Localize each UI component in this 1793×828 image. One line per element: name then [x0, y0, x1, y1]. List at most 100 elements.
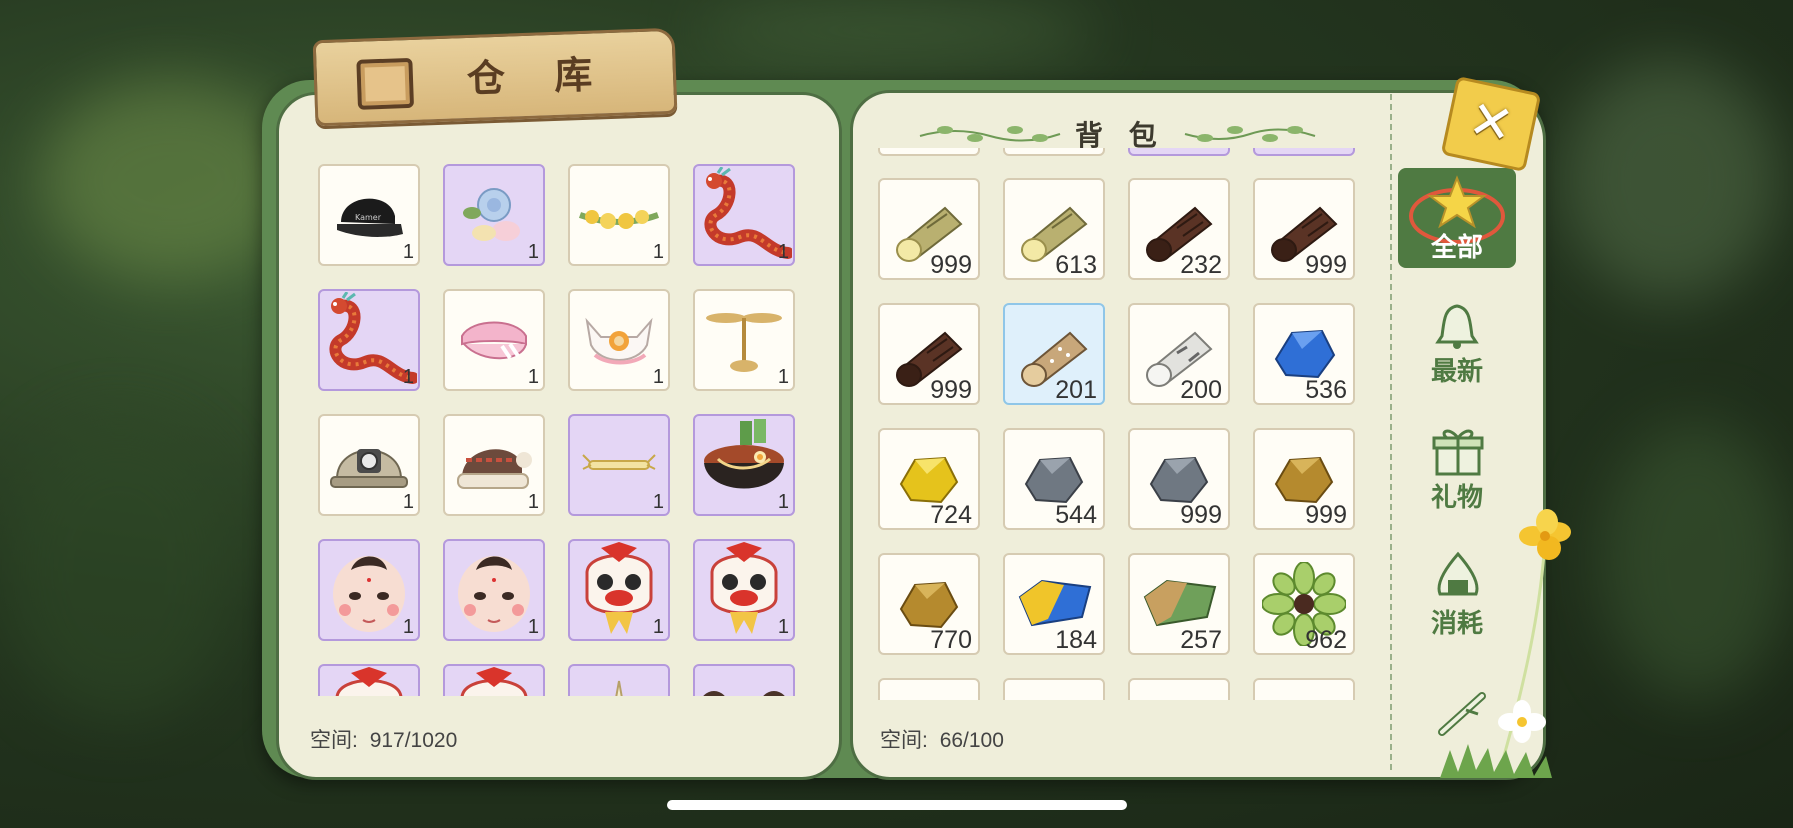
- tab-new[interactable]: 最新: [1398, 292, 1516, 392]
- backpack-item-slot[interactable]: 184: [1003, 553, 1105, 655]
- lion-dance-mask-icon: [445, 666, 543, 696]
- item-count: 1: [652, 241, 664, 263]
- backpack-item-slot-partial[interactable]: [1253, 678, 1355, 700]
- backpack-item-slot[interactable]: 257: [1128, 553, 1230, 655]
- warehouse-item-slot[interactable]: 1: [693, 539, 795, 641]
- unicorn-horn-icon: [570, 666, 668, 696]
- vine-right-decoration: [1184, 126, 1316, 142]
- warehouse-item-slot[interactable]: 1: [693, 414, 795, 516]
- item-count: 1: [402, 491, 414, 513]
- warehouse-capacity-label: 空间:: [310, 729, 358, 752]
- backpack-item-slot-partial[interactable]: [1128, 148, 1230, 156]
- backpack-item-slot[interactable]: 232: [1128, 178, 1230, 280]
- backpack-grid[interactable]: 999 613 232 999 999 201 200 536 724 544 999 999 770 1…: [878, 148, 1376, 700]
- warehouse-item-slot[interactable]: 1: [568, 289, 670, 391]
- svg-text:Kamer: Kamer: [355, 213, 382, 222]
- tab-all-label: 全部: [1430, 233, 1483, 263]
- item-count: 1: [527, 491, 539, 513]
- item-count: 1: [402, 366, 414, 388]
- item-count: 1: [402, 616, 414, 638]
- warehouse-capacity-value: 917/1020: [369, 729, 458, 752]
- warehouse-item-slot[interactable]: 1: [693, 164, 795, 266]
- backpack-item-slot[interactable]: 999: [1253, 428, 1355, 530]
- item-count: 184: [1055, 626, 1097, 654]
- vine-left-decoration: [919, 126, 1061, 142]
- bell-icon: [1435, 304, 1479, 349]
- warehouse-item-slot[interactable]: 1: [443, 539, 545, 641]
- warehouse-item-slot[interactable]: 1: [568, 414, 670, 516]
- item-count: 1: [652, 491, 664, 513]
- backpack-item-slot[interactable]: 536: [1253, 303, 1355, 405]
- backpack-item-slot[interactable]: 999: [1253, 178, 1355, 280]
- warehouse-item-slot[interactable]: 1: [443, 164, 545, 266]
- item-count: 613: [1055, 251, 1097, 279]
- close-icon: ✕: [1463, 89, 1519, 157]
- item-count: 1: [777, 491, 789, 513]
- item-count: 999: [1305, 251, 1347, 279]
- warehouse-item-slot[interactable]: [443, 664, 545, 696]
- item-count: 962: [1305, 626, 1347, 654]
- item-count: 999: [930, 376, 972, 404]
- warehouse-item-slot[interactable]: [318, 664, 420, 696]
- item-count: 1: [527, 616, 539, 638]
- gift-icon: [1432, 429, 1484, 476]
- backpack-item-slot[interactable]: 999: [878, 178, 980, 280]
- backpack-capacity: 空间: 66/100: [880, 724, 1004, 754]
- warehouse-item-slot[interactable]: [568, 664, 670, 696]
- backpack-item-slot[interactable]: 962: [1253, 553, 1355, 655]
- backpack-item-slot[interactable]: 200: [1128, 303, 1230, 405]
- hair-buns-icon: [695, 666, 793, 696]
- item-count: 232: [1180, 251, 1222, 279]
- item-count: 770: [930, 626, 972, 654]
- lion-dance-mask-icon: [320, 666, 418, 696]
- item-count: 1: [527, 241, 539, 263]
- warehouse-grid[interactable]: Kamer 1 1 1 1 1 1 1 1 1 1 1 1 1 1 1 1: [318, 164, 808, 696]
- warehouse-item-slot[interactable]: 1: [318, 539, 420, 641]
- warehouse-item-slot[interactable]: 1: [568, 539, 670, 641]
- backpack-item-slot[interactable]: 201: [1003, 303, 1105, 405]
- warehouse-item-slot[interactable]: 1: [693, 289, 795, 391]
- item-count: 200: [1180, 376, 1222, 404]
- item-count: 1: [402, 241, 414, 263]
- warehouse-item-slot[interactable]: 1: [318, 289, 420, 391]
- backpack-item-slot[interactable]: 770: [878, 553, 980, 655]
- item-count: 536: [1305, 376, 1347, 404]
- tab-new-label: 最新: [1430, 357, 1483, 387]
- backpack-item-slot[interactable]: 999: [1128, 428, 1230, 530]
- item-count: 1: [652, 366, 664, 388]
- tab-all[interactable]: 全部: [1398, 168, 1516, 268]
- home-indicator[interactable]: [667, 800, 1127, 810]
- warehouse-item-slot[interactable]: 1: [443, 414, 545, 516]
- backpack-item-slot-partial[interactable]: [1253, 148, 1355, 156]
- backpack-item-slot-partial[interactable]: [1003, 678, 1105, 700]
- warehouse-title: 仓 库: [466, 51, 611, 101]
- backpack-capacity-value: 66/100: [939, 729, 1004, 752]
- warehouse-item-slot[interactable]: Kamer 1: [318, 164, 420, 266]
- item-count: 257: [1180, 626, 1222, 654]
- item-count: 724: [930, 501, 972, 529]
- item-count: 1: [527, 366, 539, 388]
- item-count: 1: [777, 616, 789, 638]
- warehouse-title-board: 仓 库: [312, 27, 678, 127]
- warehouse-item-slot[interactable]: 1: [443, 289, 545, 391]
- backpack-item-slot-partial[interactable]: [1128, 678, 1230, 700]
- backpack-item-slot-partial[interactable]: [878, 148, 980, 156]
- warehouse-item-slot[interactable]: 1: [318, 414, 420, 516]
- item-count: 1: [777, 366, 789, 388]
- item-count: 999: [930, 251, 972, 279]
- backpack-item-slot-partial[interactable]: [878, 678, 980, 700]
- item-count: 999: [1180, 501, 1222, 529]
- item-count: 1: [777, 241, 789, 263]
- backpack-item-slot[interactable]: 999: [878, 303, 980, 405]
- warehouse-item-slot[interactable]: 1: [568, 164, 670, 266]
- warehouse-capacity: 空间: 917/1020: [310, 724, 457, 754]
- warehouse-item-slot[interactable]: [693, 664, 795, 696]
- backpack-capacity-label: 空间:: [880, 729, 928, 752]
- flower-decoration-icon: [1440, 509, 1571, 778]
- backpack-item-slot-partial[interactable]: [1003, 148, 1105, 156]
- crate-icon: [356, 57, 415, 110]
- backpack-item-slot[interactable]: 544: [1003, 428, 1105, 530]
- item-count: 544: [1055, 501, 1097, 529]
- backpack-item-slot[interactable]: 613: [1003, 178, 1105, 280]
- backpack-item-slot[interactable]: 724: [878, 428, 980, 530]
